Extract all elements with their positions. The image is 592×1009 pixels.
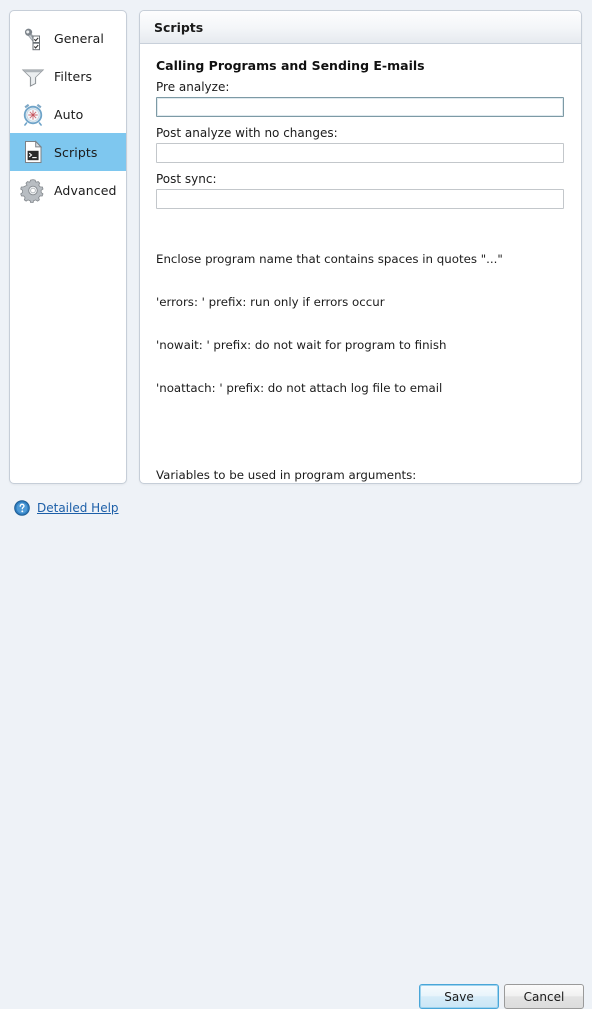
section-title: Calling Programs and Sending E-mails [156,58,425,73]
cancel-button-label: Cancel [523,989,565,1004]
post-sync-label: Post sync: [156,172,217,186]
scripts-settings-panel: Scripts Calling Programs and Sending E-m… [139,10,582,484]
script-terminal-icon [20,139,46,165]
page-title: Scripts [154,19,204,35]
save-button-label: Save [444,989,474,1004]
detailed-help[interactable]: Detailed Help [14,500,119,516]
sidebar-item-scripts[interactable]: Scripts [10,133,126,171]
pre-analyze-input[interactable] [156,97,564,117]
dialog-footer: Detailed Help Save Cancel [0,484,592,1009]
question-circle-icon [14,500,30,516]
sidebar-item-auto[interactable]: Auto [10,95,126,133]
sidebar-item-label: Scripts [54,144,98,160]
settings-sidebar: General Filters Auto Scripts Advanced [9,10,127,484]
note-line: 'noattach: ' prefix: do not attach log f… [156,381,443,396]
sidebar-item-label: Auto [54,106,84,122]
post-analyze-no-changes-input[interactable] [156,143,564,163]
note-line: Enclose program name that contains space… [156,251,503,266]
sidebar-item-label: Advanced [54,182,117,198]
cancel-button[interactable]: Cancel [504,984,584,1009]
prefix-notes: Enclose program name that contains space… [156,223,565,483]
panel-header: Scripts [140,11,581,44]
variables-heading: Variables to be used in program argument… [156,467,417,482]
sidebar-item-label: Filters [54,68,93,84]
detailed-help-link[interactable]: Detailed Help [37,501,119,515]
alarm-clock-icon [20,101,46,127]
sidebar-item-label: General [54,30,104,46]
sidebar-item-filters[interactable]: Filters [10,57,126,95]
post-analyze-no-changes-label: Post analyze with no changes: [156,126,338,140]
panel-body: Calling Programs and Sending E-mails Pre… [140,44,581,483]
funnel-icon [20,63,46,89]
note-line: 'nowait: ' prefix: do not wait for progr… [156,338,447,353]
note-line: 'errors: ' prefix: run only if errors oc… [156,295,385,310]
sidebar-item-general[interactable]: General [10,19,126,57]
post-sync-input[interactable] [156,189,564,209]
save-button[interactable]: Save [419,984,499,1009]
pre-analyze-label: Pre analyze: [156,80,230,94]
sidebar-item-advanced[interactable]: Advanced [10,171,126,209]
wrench-checklist-icon [20,25,46,51]
gear-icon [20,177,46,204]
